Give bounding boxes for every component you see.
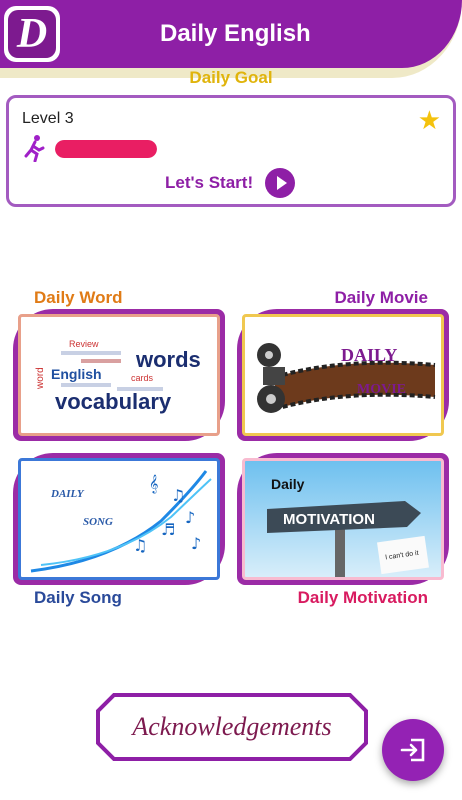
logo-letter: D (8, 10, 56, 58)
acknowledgements-button[interactable]: Acknowledgements (96, 693, 368, 761)
daily-movie-tile[interactable]: DAILY MOVIE (237, 309, 449, 441)
daily-word-tile[interactable]: Review English words cards word vocabula… (13, 309, 225, 441)
star-icon: ★ (417, 105, 441, 135)
exit-button[interactable] (382, 719, 444, 781)
word-cloud-text-english: English (51, 366, 102, 382)
svg-text:♪: ♪ (191, 534, 201, 553)
word-cloud-text-cards: cards (131, 373, 154, 383)
exit-icon (400, 738, 425, 762)
daily-movie-image: DAILY MOVIE (242, 314, 444, 436)
svg-text:♫: ♫ (171, 486, 185, 505)
daily-song-tile[interactable]: DAILY SONG 𝄞 ♫ ♪ ♬ ♫ ♪ (13, 453, 225, 585)
goal-progress-bar (55, 140, 157, 158)
level-text: Level 3 (22, 110, 74, 127)
runner-icon (23, 134, 45, 169)
daily-song-label: Daily Song (34, 588, 122, 607)
motivation-sign-text: MOTIVATION (283, 511, 375, 528)
motivation-title-daily: Daily (271, 476, 305, 492)
song-title-song: SONG (83, 516, 113, 528)
daily-goal-card: Level 3 ★ Let's Start! (6, 95, 456, 207)
word-cloud-text-vocabulary: vocabulary (55, 389, 172, 414)
song-title-daily: DAILY (50, 488, 85, 500)
daily-motivation-image: Daily MOTIVATION I can't do it (242, 458, 444, 580)
word-cloud-text-word: word (35, 367, 46, 390)
svg-text:♪: ♪ (185, 508, 195, 527)
daily-motivation-label: Daily Motivation (297, 588, 428, 607)
daily-movie-label: Daily Movie (334, 288, 428, 307)
daily-word-label: Daily Word (34, 288, 123, 307)
start-button[interactable]: Let's Start! (165, 168, 296, 198)
app-logo: D (4, 6, 60, 62)
movie-title-daily: DAILY (341, 345, 397, 365)
daily-goal-label: Daily Goal (189, 68, 273, 87)
daily-motivation-tile[interactable]: Daily MOTIVATION I can't do it (237, 453, 449, 585)
svg-text:𝄞: 𝄞 (149, 474, 158, 494)
daily-word-image: Review English words cards word vocabula… (18, 314, 220, 436)
start-label: Let's Start! (165, 173, 254, 192)
goal-progress-fill (55, 140, 157, 158)
svg-text:♬: ♬ (161, 520, 175, 539)
movie-title-movie: MOVIE (357, 382, 406, 397)
home-screen: D Daily English Daily Goal Level 3 ★ Let… (0, 0, 462, 800)
svg-text:♫: ♫ (133, 536, 147, 555)
word-cloud-text-review: Review (69, 339, 99, 349)
app-title: Daily English (160, 20, 311, 47)
word-cloud-text-words: words (135, 347, 201, 372)
acknowledgements-label: Acknowledgements (132, 712, 332, 741)
daily-song-image: DAILY SONG 𝄞 ♫ ♪ ♬ ♫ ♪ (18, 458, 220, 580)
app-header: D Daily English (0, 0, 462, 68)
play-icon (265, 168, 296, 198)
